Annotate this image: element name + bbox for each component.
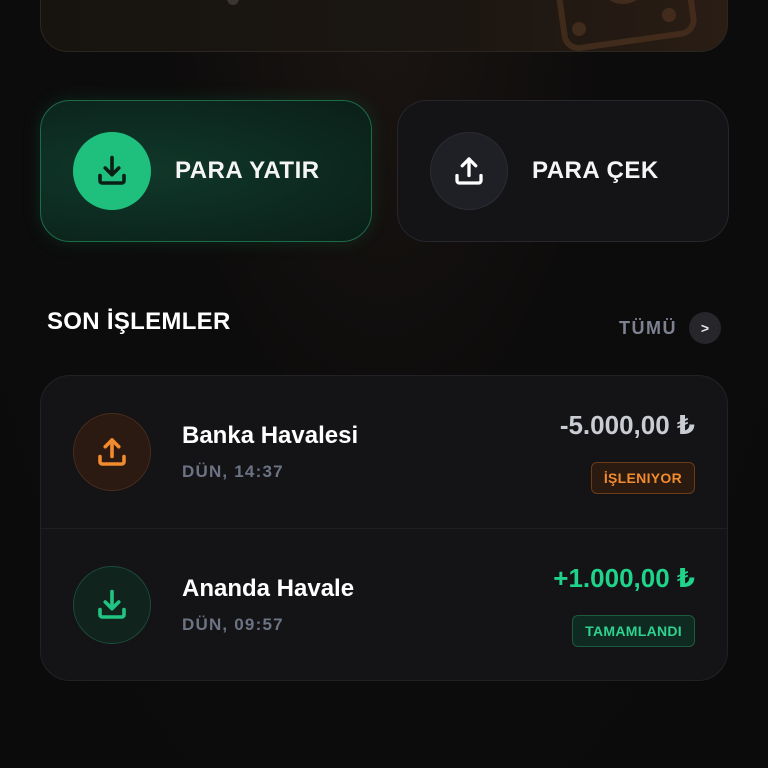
status-badge-processing: İŞLENIYOR [590,462,695,494]
upload-icon [455,157,483,185]
money-bill-icon [551,0,697,51]
transaction-amount: -5.000,00 ₺ [559,410,695,440]
transactions-card: Banka Havalesi DÜN, 14:37 -5.000,00 ₺ İŞ… [40,375,728,681]
status-badge-completed: TAMAMLANDI [572,615,695,647]
transaction-row[interactable]: Ananda Havale DÜN, 09:57 +1.000,00 ₺ TAM… [41,528,727,680]
chevron-right-icon: > [689,312,721,344]
deposit-label: PARA YATIR [175,157,320,184]
balance-card-fragment [227,0,239,5]
withdraw-label: PARA ÇEK [532,157,659,184]
transaction-time: DÜN, 09:57 [182,615,284,634]
transaction-title: Banka Havalesi [182,422,359,449]
transaction-amount: +1.000,00 ₺ [553,563,695,593]
wallet-screen: PARA YATIR PARA ÇEK SON İŞLEMLER TÜMÜ > [0,0,768,768]
withdraw-button[interactable]: PARA ÇEK [397,100,729,242]
transaction-time: DÜN, 14:37 [182,462,284,481]
deposit-button[interactable]: PARA YATIR [40,100,372,242]
download-icon [98,589,126,619]
recent-transactions-title: SON İŞLEMLER [47,308,231,335]
withdraw-icon-circle [430,132,508,210]
incoming-transfer-icon-circle [73,566,151,644]
see-all-label: TÜMÜ [619,317,677,338]
download-icon [98,155,126,185]
balance-card[interactable] [40,0,728,52]
see-all-link[interactable]: TÜMÜ > [619,312,721,344]
upload-icon [98,438,126,466]
transaction-title: Ananda Havale [182,575,355,602]
outgoing-transfer-icon-circle [73,413,151,491]
deposit-icon-circle [73,132,151,210]
transaction-row[interactable]: Banka Havalesi DÜN, 14:37 -5.000,00 ₺ İŞ… [41,376,727,528]
